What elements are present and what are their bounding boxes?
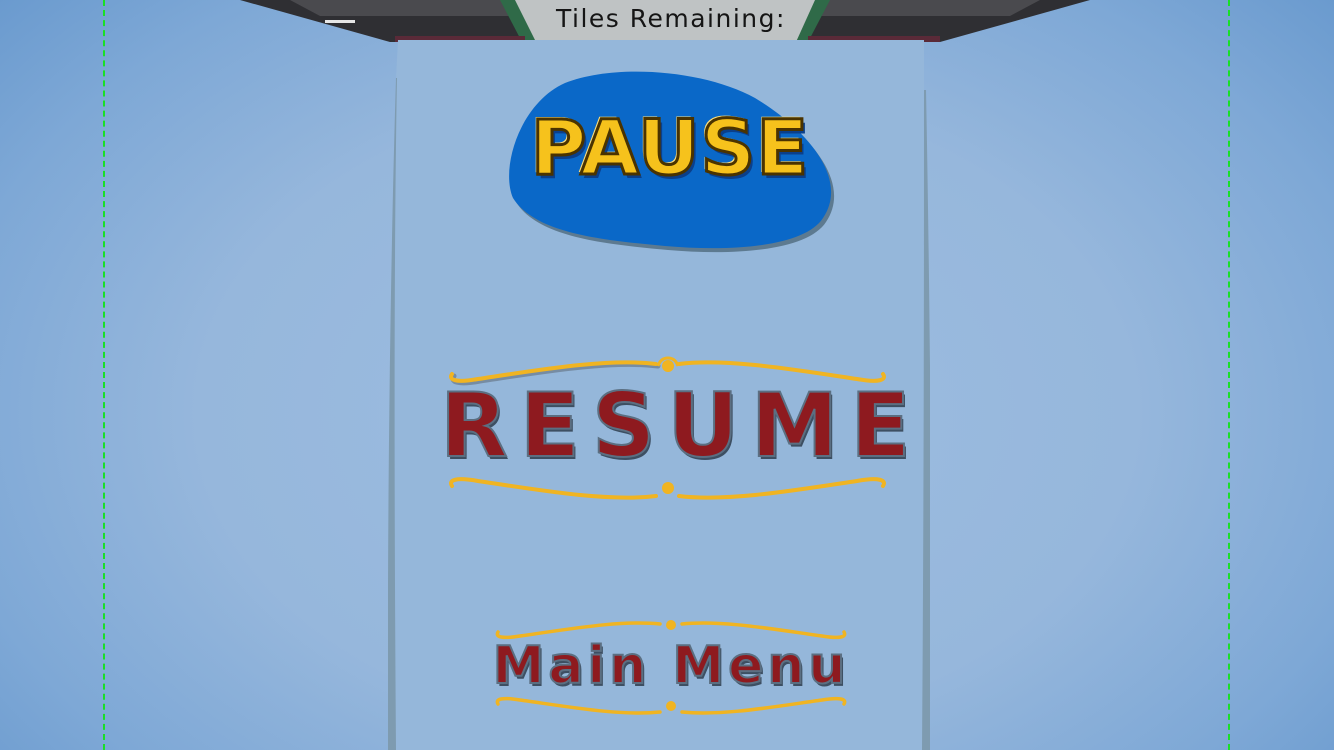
pause-title: PAUSE xyxy=(529,103,810,192)
left-guide-line xyxy=(103,0,105,750)
resume-label: RESUME xyxy=(439,374,923,477)
tiles-remaining-label: Tiles Remaining: xyxy=(556,4,786,33)
main-menu-button[interactable]: Main Menu xyxy=(490,614,852,724)
pause-title-badge: PAUSE xyxy=(505,68,835,253)
right-guide-line xyxy=(1228,0,1230,750)
bottom-ornament-icon xyxy=(495,696,847,715)
bottom-ornament-icon xyxy=(449,477,886,500)
main-menu-label: Main Menu xyxy=(492,636,850,696)
resume-button[interactable]: RESUME xyxy=(439,352,923,510)
